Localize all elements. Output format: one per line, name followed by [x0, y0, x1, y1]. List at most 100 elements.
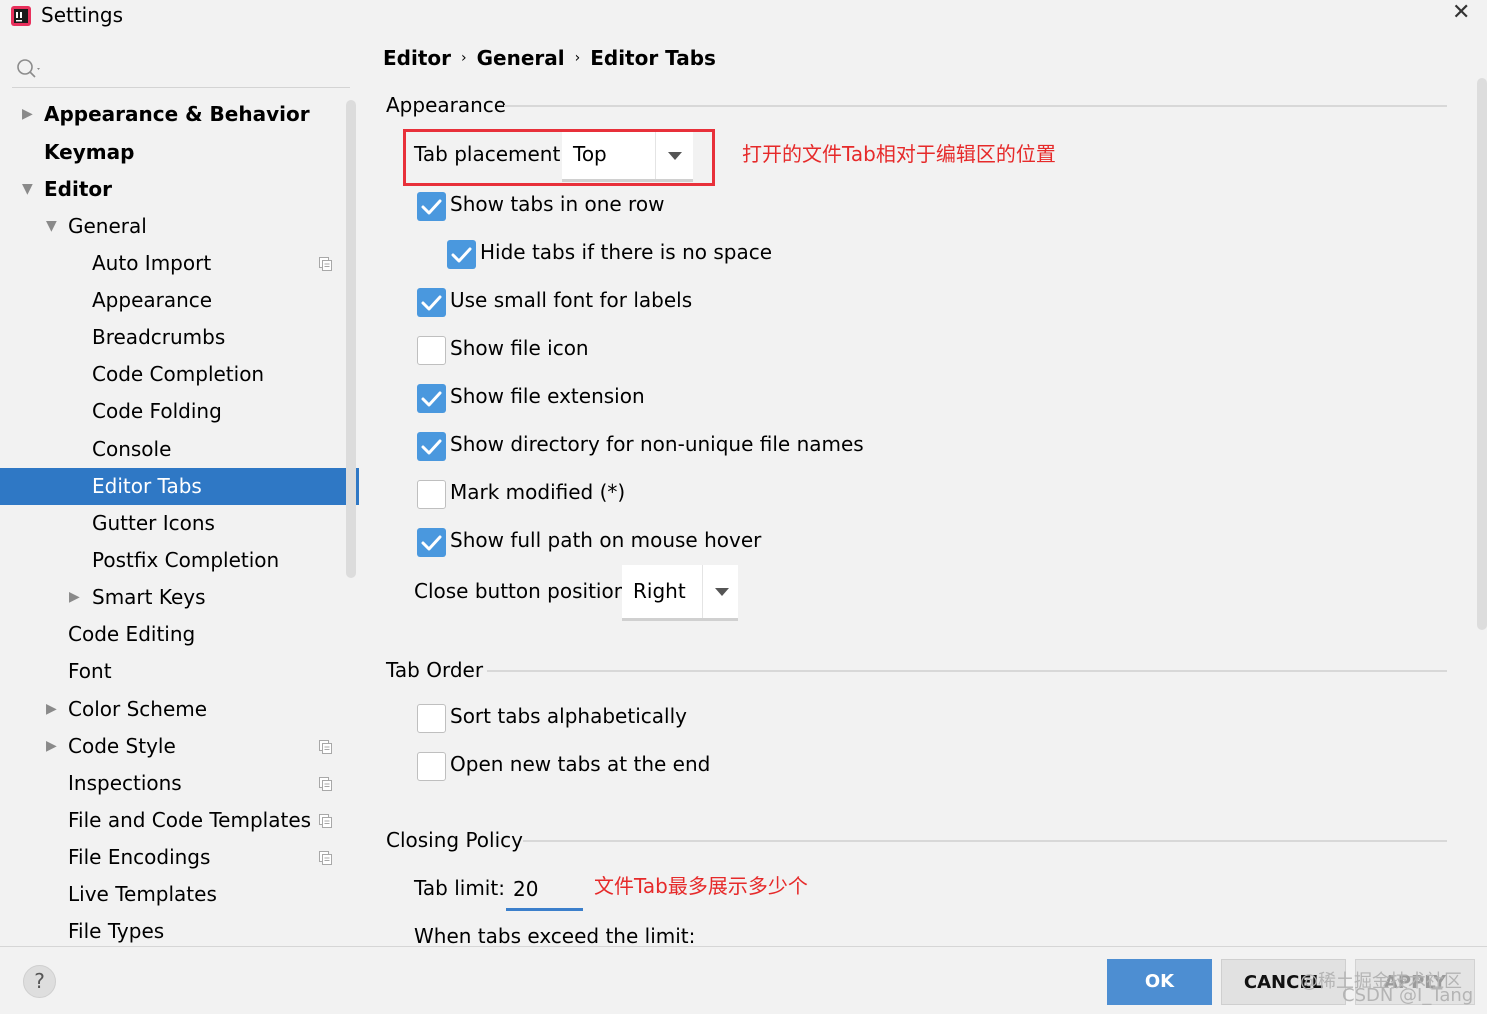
sidebar-item-label: File Encodings: [68, 845, 211, 869]
sidebar-item-appearance[interactable]: Appearance: [0, 282, 359, 319]
project-scope-icon: [319, 257, 332, 271]
checkbox-unchecked-icon[interactable]: [417, 336, 446, 365]
sidebar-item-code-style[interactable]: ▶ Code Style: [0, 728, 359, 765]
sidebar-item-label: Code Style: [68, 734, 176, 758]
sidebar-scrollbar[interactable]: [346, 100, 356, 578]
sidebar-item-smart-keys[interactable]: ▶ Smart Keys: [0, 579, 359, 616]
sidebar-item-editor-tabs[interactable]: Editor Tabs: [0, 468, 359, 505]
sidebar-item-file-types[interactable]: File Types: [0, 913, 359, 950]
chevron-down-icon: [655, 132, 691, 179]
checkbox-label: Sort tabs alphabetically: [450, 704, 687, 728]
checkbox-unchecked-icon[interactable]: [417, 480, 446, 509]
project-scope-icon: [319, 851, 332, 865]
sidebar-item-appearance-behavior[interactable]: ▶ Appearance & Behavior: [0, 96, 359, 133]
tab-limit-label: Tab limit:: [414, 876, 505, 900]
sidebar-item-color-scheme[interactable]: ▶ Color Scheme: [0, 691, 359, 728]
sidebar-item-inspections[interactable]: Inspections: [0, 765, 359, 802]
content-scrollbar[interactable]: [1477, 78, 1487, 630]
checkbox-label: Show directory for non-unique file names: [450, 432, 864, 456]
checkbox-checked-icon[interactable]: [417, 528, 446, 557]
tab-placement-dropdown[interactable]: Top: [562, 132, 693, 182]
sidebar-item-keymap[interactable]: Keymap: [0, 134, 359, 171]
section-title-appearance: Appearance: [386, 93, 507, 117]
sidebar-item-console[interactable]: Console: [0, 431, 359, 468]
ok-button[interactable]: OK: [1107, 959, 1212, 1005]
sidebar-item-label: Smart Keys: [92, 585, 206, 609]
expand-arrow-down-icon[interactable]: ▼: [46, 208, 57, 245]
sidebar-item-font[interactable]: Font: [0, 653, 359, 690]
dialog-footer: ? OK CANCEL APPLY @稀土掘金技术社区 CSDN @I_Tang: [0, 946, 1487, 1014]
sidebar-item-auto-import[interactable]: Auto Import: [0, 245, 359, 282]
checkbox-label: Show file extension: [450, 384, 645, 408]
breadcrumb-editor: Editor: [383, 46, 451, 70]
checkbox-label: Show tabs in one row: [450, 192, 665, 216]
sidebar-item-file-encodings[interactable]: File Encodings: [0, 839, 359, 876]
exceed-limit-label: When tabs exceed the limit:: [414, 924, 696, 948]
sidebar-item-label: Editor: [44, 177, 112, 201]
help-button[interactable]: ?: [23, 965, 56, 998]
sidebar-item-code-folding[interactable]: Code Folding: [0, 393, 359, 430]
sidebar-item-live-templates[interactable]: Live Templates: [0, 876, 359, 913]
sidebar-item-label: Color Scheme: [68, 697, 208, 721]
breadcrumb-general: General: [476, 46, 565, 70]
tab-placement-value: Top: [573, 142, 607, 166]
sidebar-item-label: Code Completion: [92, 362, 265, 386]
title-bar: Settings ✕: [0, 0, 1487, 36]
checkbox-checked-icon[interactable]: [417, 192, 446, 221]
close-icon[interactable]: ✕: [1452, 0, 1470, 25]
checkbox-checked-icon[interactable]: [417, 288, 446, 317]
expand-arrow-down-icon[interactable]: ▼: [22, 171, 33, 208]
sidebar-item-label: Editor Tabs: [92, 474, 202, 498]
sidebar-item-label: Gutter Icons: [92, 511, 215, 535]
search-icon: [17, 59, 40, 78]
expand-arrow-right-icon[interactable]: ▶: [69, 579, 80, 616]
checkbox-label: Show full path on mouse hover: [450, 528, 762, 552]
section-divider: [504, 105, 1447, 107]
tab-limit-input[interactable]: 20: [506, 870, 583, 911]
checkbox-label: Hide tabs if there is no space: [480, 240, 773, 264]
sidebar-item-label: Live Templates: [68, 882, 217, 906]
section-title-closing-policy: Closing Policy: [386, 828, 523, 852]
checkbox-checked-icon[interactable]: [447, 240, 476, 269]
sidebar-item-code-editing[interactable]: Code Editing: [0, 616, 359, 653]
sidebar-item-breadcrumbs[interactable]: Breadcrumbs: [0, 319, 359, 356]
annotation-tab-placement: 打开的文件Tab相对于编辑区的位置: [742, 142, 1056, 166]
sidebar-item-label: Appearance & Behavior: [44, 102, 310, 126]
sidebar-item-gutter-icons[interactable]: Gutter Icons: [0, 505, 359, 542]
checkbox-label: Show file icon: [450, 336, 589, 360]
expand-arrow-right-icon[interactable]: ▶: [46, 728, 57, 765]
sidebar-item-code-completion[interactable]: Code Completion: [0, 356, 359, 393]
section-title-tab-order: Tab Order: [386, 658, 484, 682]
chevron-down-icon: [702, 565, 738, 618]
close-button-position-dropdown[interactable]: Right: [622, 565, 738, 621]
breadcrumb: Editor › General › Editor Tabs: [383, 46, 716, 70]
sidebar-item-label: Code Editing: [68, 622, 196, 646]
expand-arrow-right-icon[interactable]: ▶: [22, 96, 33, 133]
close-button-position-label: Close button position:: [414, 579, 634, 603]
settings-search-input[interactable]: [12, 52, 350, 88]
checkbox-label: Mark modified (*): [450, 480, 626, 504]
breadcrumb-editor-tabs: Editor Tabs: [590, 46, 716, 70]
checkbox-label: Use small font for labels: [450, 288, 693, 312]
checkbox-checked-icon[interactable]: [417, 384, 446, 413]
sidebar-item-general[interactable]: ▼ General: [0, 208, 359, 245]
chevron-right-icon: ›: [574, 50, 581, 66]
checkbox-label: Open new tabs at the end: [450, 752, 711, 776]
close-button-position-value: Right: [633, 579, 686, 603]
checkbox-unchecked-icon[interactable]: [417, 704, 446, 733]
sidebar-item-label: General: [68, 214, 147, 238]
checkbox-checked-icon[interactable]: [417, 432, 446, 461]
expand-arrow-right-icon[interactable]: ▶: [46, 691, 57, 728]
sidebar-item-file-and-code-templates[interactable]: File and Code Templates: [0, 802, 359, 839]
sidebar-item-label: Auto Import: [92, 251, 212, 275]
sidebar-item-label: Console: [92, 437, 172, 461]
section-divider: [487, 670, 1447, 672]
sidebar-item-label: File and Code Templates: [68, 808, 312, 832]
sidebar-item-editor[interactable]: ▼ Editor: [0, 171, 359, 208]
window-title: Settings: [41, 3, 124, 27]
checkbox-unchecked-icon[interactable]: [417, 752, 446, 781]
project-scope-icon: [319, 777, 332, 791]
sidebar-item-postfix-completion[interactable]: Postfix Completion: [0, 542, 359, 579]
watermark-csdn: CSDN @I_Tang: [1342, 985, 1474, 1006]
tab-placement-label: Tab placement:: [414, 142, 568, 166]
